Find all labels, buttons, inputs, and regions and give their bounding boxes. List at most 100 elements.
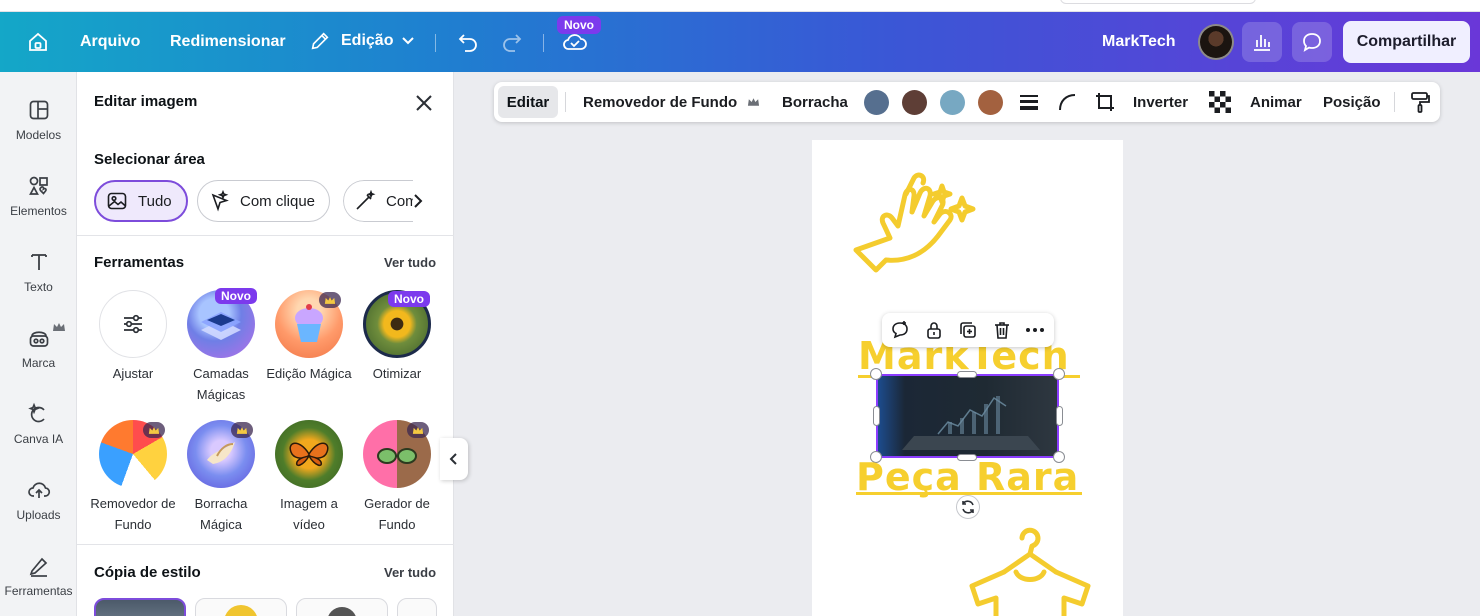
- panel-divider: [77, 544, 454, 545]
- color-swatch[interactable]: [940, 90, 965, 115]
- ai-icon: [27, 402, 45, 423]
- bg-remover-button[interactable]: Removedor de Fundo: [583, 82, 760, 122]
- bar-chart-icon: [1254, 35, 1270, 51]
- redo-button[interactable]: [500, 30, 524, 54]
- rail-item-ai[interactable]: Canva IA: [0, 402, 77, 446]
- style-copy-heading: Cópia de estilo: [94, 564, 201, 581]
- chip-brush-clip: Com: [343, 180, 413, 222]
- file-menu[interactable]: Arquivo: [80, 33, 140, 51]
- duplicate-icon[interactable]: [958, 320, 978, 340]
- undo-button[interactable]: [456, 30, 480, 54]
- butterfly-illustration: [289, 442, 329, 467]
- rail-item-tools[interactable]: Ferramentas: [0, 554, 77, 598]
- chip-label: Com: [386, 192, 413, 210]
- rail-label: Modelos: [15, 128, 62, 142]
- rotate-handle[interactable]: [956, 495, 980, 519]
- select-area-heading: Selecionar área: [94, 151, 205, 168]
- rail-label: Elementos: [10, 204, 67, 218]
- tool-magic-eraser[interactable]: Borracha Mágica: [177, 420, 265, 535]
- selection-box[interactable]: [876, 374, 1059, 458]
- animate-button[interactable]: Animar: [1250, 82, 1302, 122]
- paint-roller-icon: [1411, 92, 1430, 113]
- rail-label: Ferramentas: [4, 584, 73, 598]
- lock-icon[interactable]: [924, 320, 944, 340]
- style-thumb-art: [327, 607, 357, 616]
- chip-click[interactable]: Com clique: [197, 180, 331, 222]
- color-swatch[interactable]: [902, 90, 927, 115]
- eraser-button[interactable]: Borracha: [782, 82, 848, 122]
- pencil-icon: [311, 32, 329, 50]
- tools-heading: Ferramentas: [94, 254, 185, 271]
- tool-magic-edit[interactable]: Edição Mágica: [265, 290, 353, 384]
- collapse-panel-button[interactable]: [440, 438, 468, 480]
- shirt-hanger-graphic[interactable]: [964, 524, 1096, 616]
- chip-all[interactable]: Tudo: [94, 180, 188, 222]
- tool-bg-remover[interactable]: Removedor de Fundo: [89, 420, 177, 535]
- toolbar-divider: [565, 92, 566, 112]
- templates-icon: [29, 100, 48, 120]
- transparency-button[interactable]: [1209, 82, 1231, 122]
- color-swatch[interactable]: [978, 90, 1003, 115]
- crop-button[interactable]: [1094, 82, 1116, 122]
- style-thumb[interactable]: [296, 598, 388, 616]
- tool-adjust[interactable]: Ajustar: [89, 290, 177, 384]
- edit-mode-menu[interactable]: Edição: [309, 30, 415, 52]
- trash-icon[interactable]: [992, 320, 1012, 340]
- header-divider: [435, 34, 436, 52]
- color-swatch[interactable]: [864, 90, 889, 115]
- tool-magic-layers[interactable]: Novo Camadas Mágicas: [177, 288, 265, 405]
- resize-handle[interactable]: [873, 406, 880, 426]
- resize-handle[interactable]: [957, 371, 977, 378]
- resize-handle[interactable]: [870, 368, 882, 380]
- tool-label: Gerador de Fundo: [364, 496, 430, 532]
- chevron-down-icon: [402, 37, 415, 45]
- chip-brush[interactable]: Com: [343, 180, 413, 222]
- avatar[interactable]: [1198, 24, 1234, 60]
- comments-button[interactable]: [1292, 22, 1332, 62]
- tools-see-all-link[interactable]: Ver tudo: [384, 255, 436, 270]
- tool-thumb: [363, 420, 431, 488]
- new-badge: Novo: [557, 16, 601, 34]
- resize-handle[interactable]: [1053, 368, 1065, 380]
- rail-item-uploads[interactable]: Uploads: [0, 478, 77, 522]
- resize-menu[interactable]: Redimensionar: [170, 33, 286, 51]
- analytics-button[interactable]: [1242, 22, 1282, 62]
- rail-label: Canva IA: [13, 432, 64, 446]
- rail-item-brand[interactable]: Marca: [0, 323, 77, 370]
- style-thumb[interactable]: [397, 598, 437, 616]
- rail-item-text[interactable]: Texto: [0, 250, 77, 294]
- border-style-button[interactable]: [1018, 82, 1040, 122]
- style-thumb[interactable]: [195, 598, 287, 616]
- tool-thumb: [275, 290, 343, 358]
- rail-item-elements[interactable]: Elementos: [0, 174, 77, 218]
- comment-add-icon[interactable]: [890, 320, 910, 340]
- flip-button[interactable]: Inverter: [1133, 82, 1188, 122]
- rail-item-templates[interactable]: Modelos: [0, 98, 77, 142]
- style-see-all-link[interactable]: Ver tudo: [384, 565, 436, 580]
- image-icon: [107, 192, 127, 210]
- tool-optimize[interactable]: Novo Otimizar: [353, 290, 441, 384]
- style-thumb[interactable]: [94, 598, 186, 616]
- home-button[interactable]: [26, 30, 50, 54]
- text-icon: [30, 254, 47, 270]
- chevron-right-icon[interactable]: [411, 192, 425, 210]
- edit-image-button[interactable]: Editar: [498, 86, 558, 118]
- tool-image-to-video[interactable]: Imagem a vídeo: [265, 420, 353, 535]
- undo-icon: [458, 34, 477, 52]
- share-button[interactable]: Compartilhar: [1343, 21, 1470, 63]
- corner-rounding-button[interactable]: [1056, 82, 1078, 122]
- rotate-icon: [962, 500, 974, 514]
- more-icon[interactable]: [1025, 320, 1045, 340]
- tool-thumb: [187, 420, 255, 488]
- rail-label: Uploads: [16, 508, 61, 522]
- close-icon[interactable]: [413, 92, 435, 114]
- edit-mode-label: Edição: [341, 32, 394, 49]
- tool-bg-generator[interactable]: Gerador de Fundo: [353, 420, 441, 535]
- hand-sparkle-graphic[interactable]: [846, 166, 986, 278]
- premium-badge: [231, 422, 253, 438]
- copy-style-button[interactable]: [1409, 82, 1431, 122]
- corner-radius-icon: [1059, 94, 1076, 111]
- position-button[interactable]: Posição: [1323, 82, 1381, 122]
- resize-handle[interactable]: [1056, 406, 1063, 426]
- brand-name[interactable]: MarkTech: [1102, 33, 1176, 51]
